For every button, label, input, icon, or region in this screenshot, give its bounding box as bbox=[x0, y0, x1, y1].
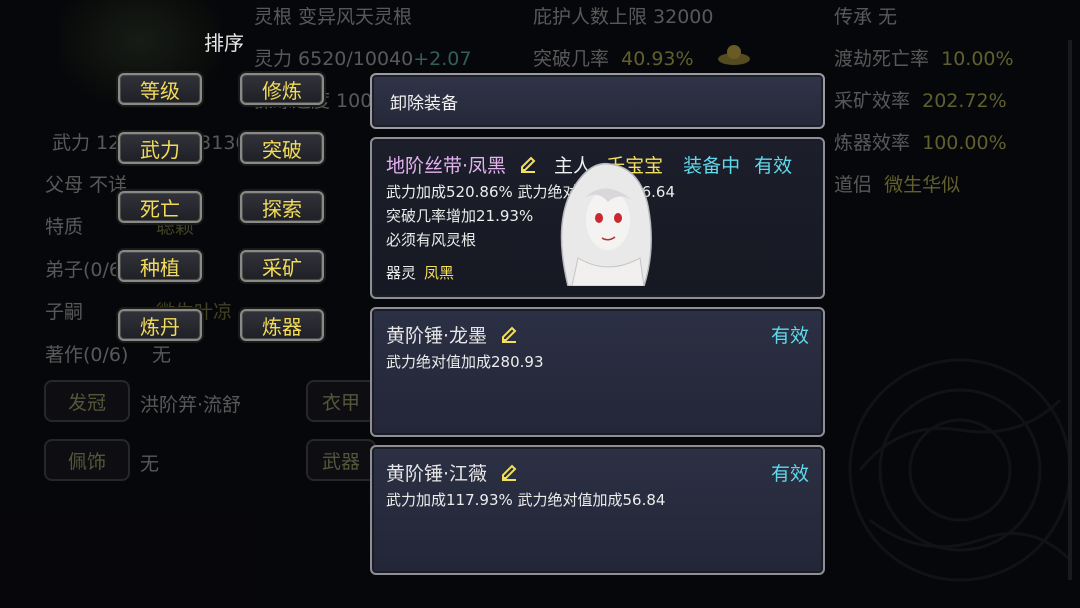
spirit-portrait-icon bbox=[560, 162, 652, 286]
equipment-card-3[interactable]: 黄阶锤·江薇 有效 武力加成117.93% 武力绝对值加成56.84 bbox=[370, 445, 825, 575]
sort-alchemy-button[interactable]: 炼丹 bbox=[118, 309, 202, 341]
rename-pencil-icon[interactable] bbox=[518, 154, 538, 174]
sort-forging-button[interactable]: 炼器 bbox=[240, 309, 324, 341]
rename-pencil-icon[interactable] bbox=[499, 324, 519, 344]
sort-level-button[interactable]: 等级 bbox=[118, 73, 202, 105]
unequip-button[interactable]: 卸除装备 bbox=[370, 73, 825, 129]
equipment-name: 黄阶锤·龙墨 bbox=[386, 324, 488, 347]
sort-breakthrough-button[interactable]: 突破 bbox=[240, 132, 324, 164]
sort-title: 排序 bbox=[204, 31, 244, 55]
sort-planting-button[interactable]: 种植 bbox=[118, 250, 202, 282]
valid-status: 有效 bbox=[770, 324, 809, 347]
sort-death-button[interactable]: 死亡 bbox=[118, 191, 202, 223]
equipment-effect: 武力绝对值加成280.93 bbox=[386, 353, 544, 371]
equipment-effect: 武力加成117.93% 武力绝对值加成56.84 bbox=[386, 491, 666, 509]
valid-status: 有效 bbox=[770, 462, 809, 485]
sort-explore-button[interactable]: 探索 bbox=[240, 191, 324, 223]
valid-status: 有效 bbox=[754, 154, 793, 177]
sort-mining-button[interactable]: 采矿 bbox=[240, 250, 324, 282]
sort-cultivation-button[interactable]: 修炼 bbox=[240, 73, 324, 105]
equipment-name: 地阶丝带·凤黑 bbox=[386, 154, 507, 177]
equipped-status: 装备中 bbox=[683, 154, 741, 177]
equipment-card-2[interactable]: 黄阶锤·龙墨 有效 武力绝对值加成280.93 bbox=[370, 307, 825, 437]
sort-force-button[interactable]: 武力 bbox=[118, 132, 202, 164]
equipment-name: 黄阶锤·江薇 bbox=[386, 462, 488, 485]
rename-pencil-icon[interactable] bbox=[499, 462, 519, 482]
